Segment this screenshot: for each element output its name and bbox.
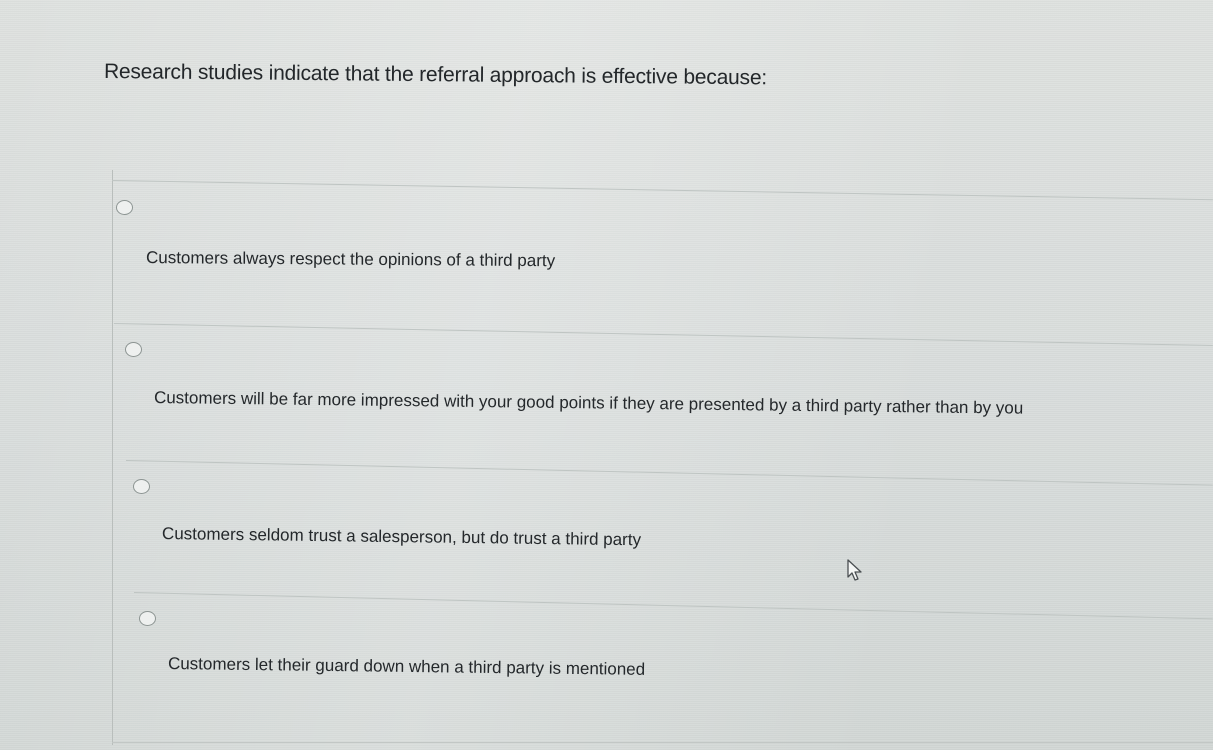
option-divider <box>111 180 1213 201</box>
pointer-arrow-icon <box>847 559 862 581</box>
option-2-radio[interactable] <box>125 342 142 357</box>
option-1-label[interactable]: Customers always respect the opinions of… <box>146 248 555 271</box>
question-text: Research studies indicate that the refer… <box>103 60 768 90</box>
option-divider <box>125 460 1213 486</box>
question-frame-left-border <box>112 170 113 745</box>
option-3-label[interactable]: Customers seldom trust a salesperson, bu… <box>162 524 641 550</box>
option-4-radio[interactable] <box>139 611 156 626</box>
option-divider <box>133 592 1213 620</box>
option-divider <box>113 323 1213 347</box>
option-3-radio[interactable] <box>133 479 150 494</box>
option-1-radio[interactable] <box>116 200 133 215</box>
option-4-label[interactable]: Customers let their guard down when a th… <box>168 654 645 680</box>
option-2-label[interactable]: Customers will be far more impressed wit… <box>154 388 1023 419</box>
quiz-screen: Research studies indicate that the refer… <box>0 0 1213 750</box>
question-frame-bottom-border <box>112 742 1213 743</box>
